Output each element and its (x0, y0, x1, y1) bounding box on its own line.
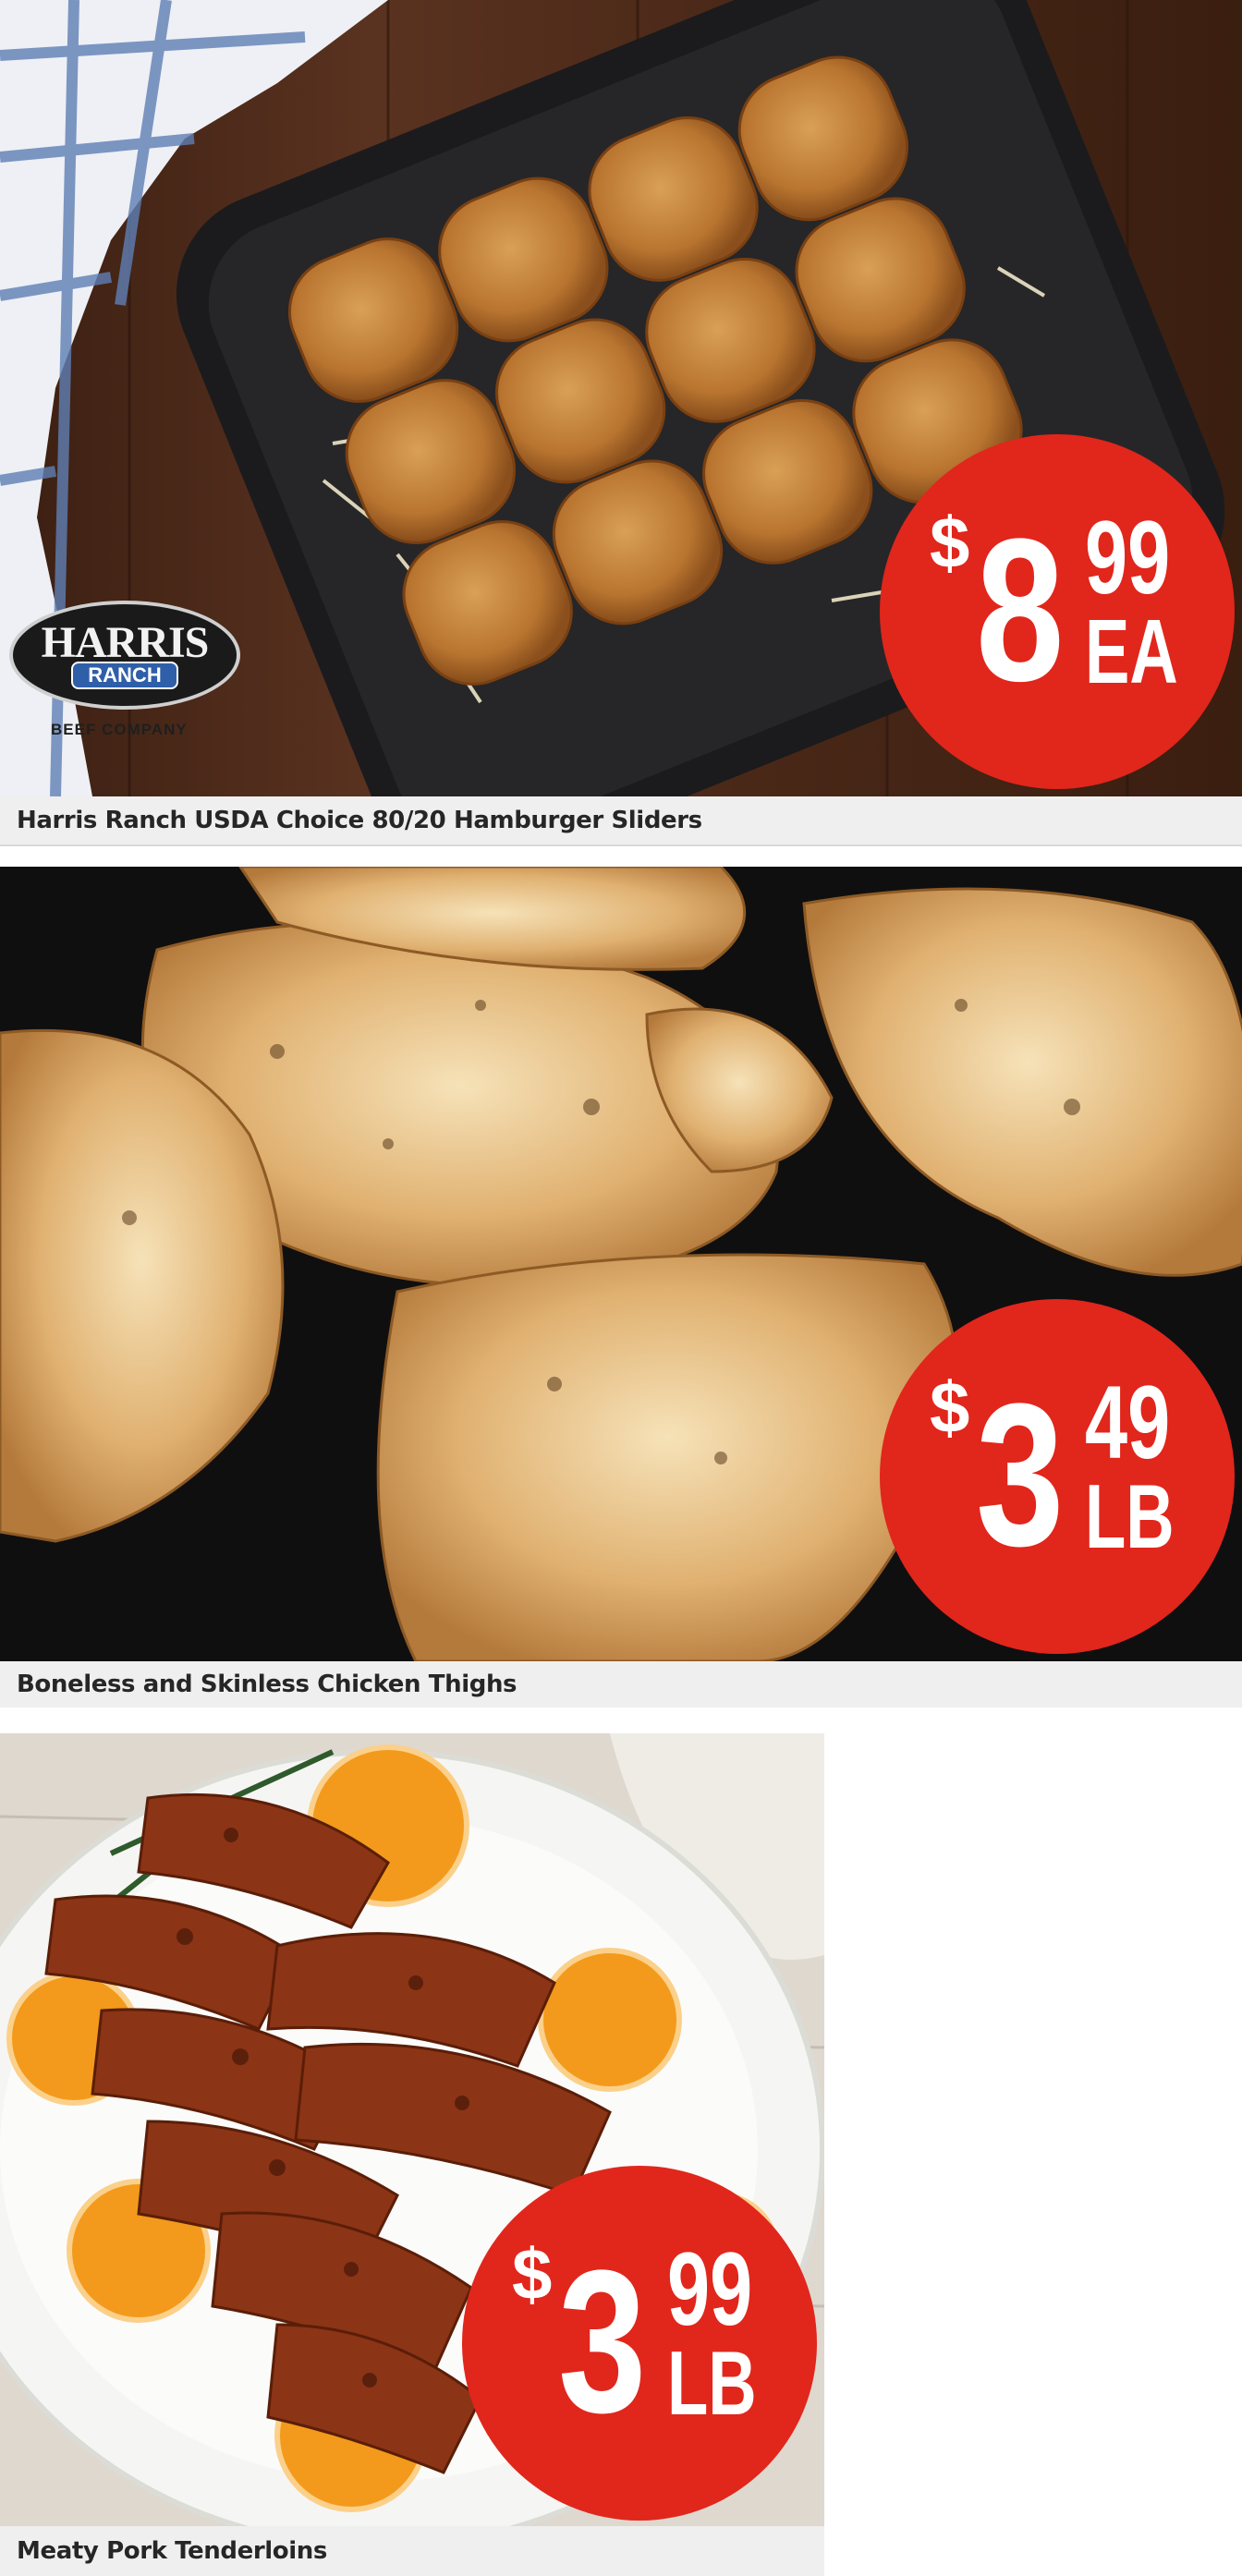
divider (0, 844, 1242, 846)
price-dollars: 3 (558, 2228, 646, 2455)
logo-oval: HARRIS RANCH (9, 601, 240, 710)
product-card-sliders[interactable]: HARRIS RANCH BEEF COMPANY $ 8 99 EA Harr… (0, 0, 1242, 846)
logo-name: HARRIS (41, 618, 210, 667)
chicken-thighs-image[interactable]: $ 3 49 LB (0, 867, 1242, 1661)
product-card-chicken-thighs[interactable]: $ 3 49 LB Boneless and Skinless Chicken … (0, 867, 1242, 1707)
price-currency: $ (930, 502, 970, 583)
product-name[interactable]: Harris Ranch USDA Choice 80/20 Hamburger… (0, 796, 1242, 844)
pork-tenderloin-image[interactable]: $ 3 99 LB (0, 1733, 824, 2526)
product-card-pork-tenderloins[interactable]: $ 3 99 LB Meaty Pork Tenderloins (0, 1733, 824, 2576)
price-cents: 99 (1085, 500, 1171, 615)
price-badge: $ 8 99 EA (880, 434, 1235, 789)
price-cents: 99 (667, 2231, 753, 2347)
price-unit: LB (667, 2332, 757, 2434)
price-badge: $ 3 99 LB (462, 2166, 817, 2521)
product-name[interactable]: Boneless and Skinless Chicken Thighs (0, 1661, 1242, 1707)
price-dollars: 3 (976, 1361, 1064, 1588)
price-currency: $ (930, 1367, 970, 1448)
harris-ranch-logo: HARRIS RANCH BEEF COMPANY (9, 601, 240, 738)
price-cents: 49 (1085, 1365, 1171, 1480)
hamburger-sliders-image[interactable]: HARRIS RANCH BEEF COMPANY $ 8 99 EA (0, 0, 1242, 796)
logo-tagline: BEEF COMPANY (51, 721, 188, 738)
price-currency: $ (512, 2233, 553, 2315)
price-unit: EA (1085, 601, 1178, 702)
product-name[interactable]: Meaty Pork Tenderloins (0, 2526, 824, 2576)
price-dollars: 8 (976, 496, 1064, 723)
logo-sub: RANCH (71, 662, 178, 689)
price-badge: $ 3 49 LB (880, 1299, 1235, 1654)
price-unit: LB (1085, 1465, 1175, 1567)
